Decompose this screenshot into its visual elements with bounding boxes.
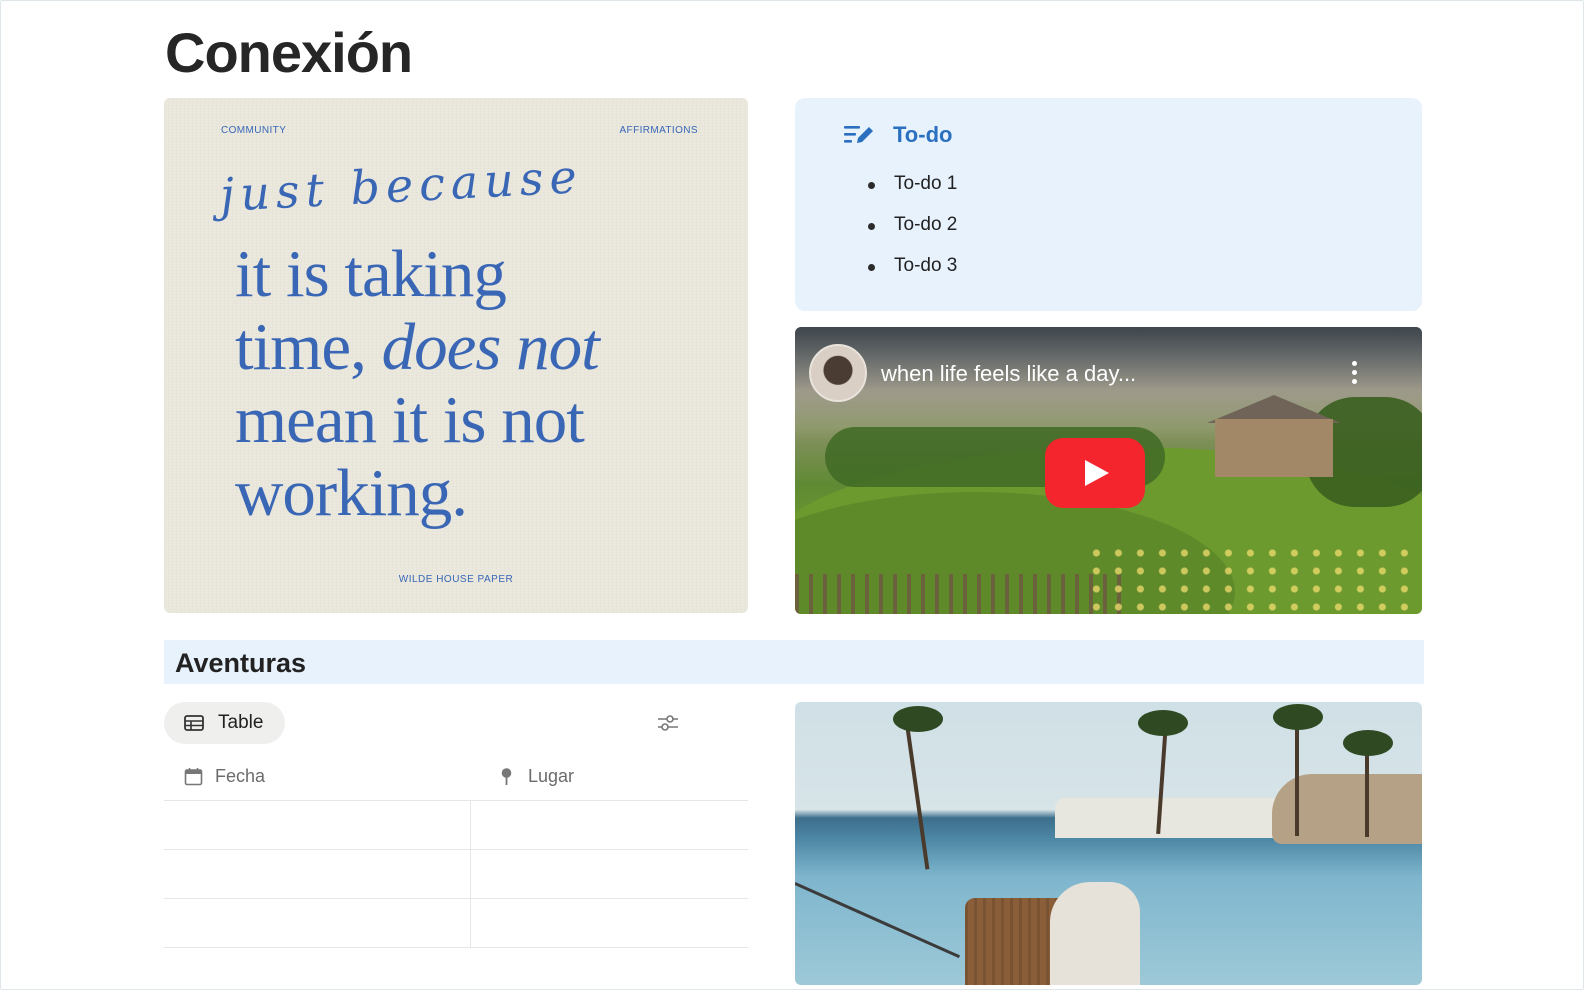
- calendar-icon: [184, 768, 203, 786]
- table-row[interactable]: [164, 899, 748, 948]
- quote-line-4: working.: [235, 456, 468, 530]
- affirmation-image[interactable]: COMMUNITY AFFIRMATIONS just because it i…: [164, 98, 748, 613]
- towel: [1050, 882, 1140, 985]
- youtube-play-icon[interactable]: [1045, 438, 1145, 508]
- palm-frond: [1273, 704, 1323, 730]
- affirmation-tag-left: COMMUNITY: [221, 125, 287, 136]
- sliders-icon[interactable]: [657, 714, 679, 732]
- todo-list: To-do 1 To-do 2 To-do 3: [868, 170, 957, 293]
- affirmation-tag-right: AFFIRMATIONS: [619, 125, 698, 136]
- page-title[interactable]: Conexión: [165, 20, 413, 85]
- affirmation-quote: it is taking time, does not mean it is n…: [235, 238, 735, 530]
- todo-item[interactable]: To-do 1: [868, 170, 957, 211]
- quote-line-1: it is taking: [235, 237, 507, 311]
- column-label: Fecha: [215, 766, 266, 786]
- table-row[interactable]: [164, 801, 748, 850]
- affirmation-script-text: just because: [218, 149, 584, 222]
- quote-line-2b: does not: [381, 310, 600, 384]
- table-row[interactable]: [164, 850, 748, 899]
- section-title[interactable]: Aventuras: [175, 648, 306, 679]
- channel-avatar[interactable]: [809, 344, 867, 402]
- quote-line-3: mean it is not: [235, 383, 585, 457]
- affirmation-brand: WILDE HOUSE PAPER: [398, 574, 514, 585]
- quote-line-2: time, does not: [235, 311, 735, 384]
- video-title[interactable]: when life feels like a day...: [881, 361, 1136, 387]
- todo-item[interactable]: To-do 2: [868, 211, 957, 252]
- palm-frond: [1343, 730, 1393, 756]
- palm-frond: [1138, 710, 1188, 736]
- infinity-pool-image[interactable]: [795, 702, 1422, 985]
- todo-item[interactable]: To-do 3: [868, 252, 957, 293]
- table-header: Fecha Lugar: [164, 756, 748, 801]
- quote-line-2a: time,: [235, 310, 382, 384]
- palm-tree: [1295, 716, 1299, 836]
- view-tab-table[interactable]: Table: [164, 702, 285, 744]
- flowers: [1092, 544, 1422, 614]
- palm-frond: [893, 706, 943, 732]
- video-embed[interactable]: when life feels like a day...: [795, 327, 1422, 614]
- pin-icon: [501, 768, 512, 785]
- palm-tree: [1365, 742, 1369, 837]
- fence: [795, 574, 1125, 614]
- cottage: [1215, 419, 1333, 477]
- todo-callout[interactable]: To-do To-do 1 To-do 2 To-do 3: [795, 98, 1422, 311]
- section-heading: Aventuras: [164, 640, 1424, 684]
- pool-rail: [795, 882, 961, 959]
- column-header-lugar[interactable]: Lugar: [497, 766, 574, 787]
- column-header-fecha[interactable]: Fecha: [184, 766, 265, 787]
- table-icon: [184, 715, 204, 731]
- view-tab-label: Table: [218, 712, 264, 733]
- aventuras-table: Fecha Lugar: [164, 756, 748, 948]
- todo-title[interactable]: To-do: [893, 122, 952, 148]
- todo-header: To-do: [843, 122, 952, 148]
- column-label: Lugar: [528, 766, 575, 786]
- more-vertical-icon[interactable]: [1352, 361, 1358, 388]
- edit-list-icon: [844, 126, 873, 143]
- palm-tree: [904, 720, 930, 870]
